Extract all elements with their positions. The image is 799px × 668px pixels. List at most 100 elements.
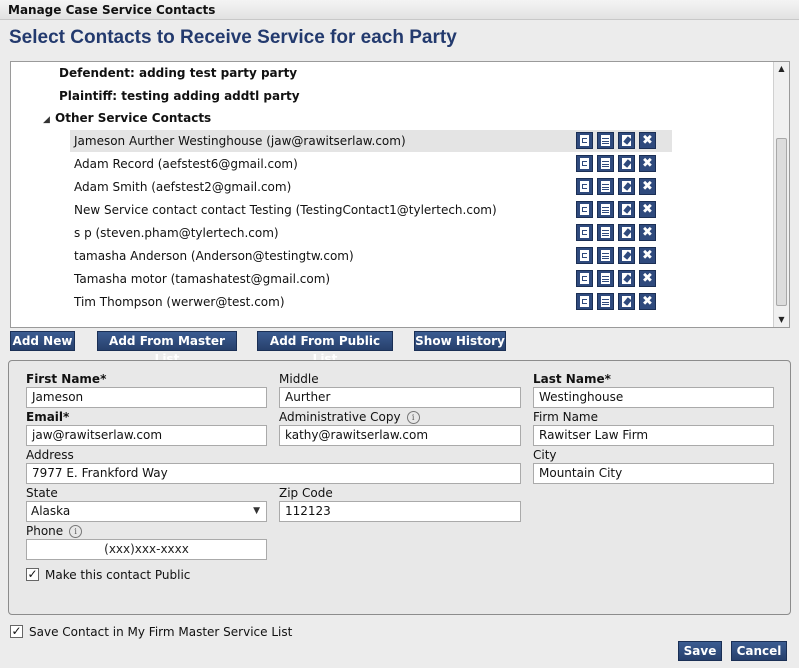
copy-icon[interactable] [576, 201, 593, 218]
group-other-service-contacts[interactable]: ◢ Other Service Contacts [43, 111, 211, 125]
firm-name-label: Firm Name [533, 410, 598, 424]
contact-name: s p (steven.pham@tylertech.com) [74, 226, 279, 240]
edit-icon[interactable] [618, 247, 635, 264]
state-label: State [26, 486, 58, 500]
state-selected-value: Alaska [31, 504, 71, 518]
contact-row[interactable]: Adam Smith (aefstest2@gmail.com) ✖ [70, 176, 672, 198]
delete-icon[interactable]: ✖ [639, 270, 656, 287]
contact-row[interactable]: Jameson Aurther Westinghouse (jaw@rawits… [70, 130, 672, 152]
delete-icon[interactable]: ✖ [639, 201, 656, 218]
contact-row[interactable]: Tim Thompson (werwer@test.com) ✖ [70, 291, 672, 313]
city-field[interactable]: Mountain City [533, 463, 774, 484]
contact-actions: ✖ [576, 178, 660, 196]
document-icon[interactable] [597, 247, 614, 264]
copy-icon[interactable] [576, 293, 593, 310]
save-button[interactable]: Save [678, 641, 722, 661]
list-scrollbar[interactable]: ▲ ▼ [773, 62, 789, 327]
document-icon[interactable] [597, 293, 614, 310]
address-field[interactable]: 7977 E. Frankford Way [26, 463, 521, 484]
zip-code-label: Zip Code [279, 486, 333, 500]
state-select[interactable]: Alaska ▼ [26, 501, 267, 522]
cancel-button[interactable]: Cancel [731, 641, 787, 661]
group-label: Other Service Contacts [55, 111, 212, 125]
delete-icon[interactable]: ✖ [639, 132, 656, 149]
contact-actions: ✖ [576, 224, 660, 242]
add-new-button[interactable]: Add New [10, 331, 75, 351]
city-label: City [533, 448, 557, 462]
document-icon[interactable] [597, 155, 614, 172]
expand-triangle-icon[interactable]: ◢ [43, 115, 55, 125]
copy-icon[interactable] [576, 132, 593, 149]
document-icon[interactable] [597, 224, 614, 241]
middle-name-field[interactable]: Aurther [279, 387, 521, 408]
add-from-public-list-button[interactable]: Add From Public List [257, 331, 393, 366]
phone-label-text: Phone [26, 524, 64, 538]
administrative-copy-text: Administrative Copy [279, 410, 401, 424]
contact-row[interactable]: tamasha Anderson (Anderson@testingtw.com… [70, 245, 672, 267]
contact-row[interactable]: New Service contact contact Testing (Tes… [70, 199, 672, 221]
scroll-up-arrow-icon[interactable]: ▲ [774, 62, 789, 76]
delete-icon[interactable]: ✖ [639, 178, 656, 195]
contact-row[interactable]: Adam Record (aefstest6@gmail.com) ✖ [70, 153, 672, 175]
administrative-copy-label: Administrative Copy i [279, 410, 420, 424]
contact-row[interactable]: s p (steven.pham@tylertech.com) ✖ [70, 222, 672, 244]
save-master-list-checkbox[interactable]: ✓ [10, 625, 23, 638]
last-name-field[interactable]: Westinghouse [533, 387, 774, 408]
scroll-thumb[interactable] [776, 138, 787, 306]
add-from-master-list-button[interactable]: Add From Master List [97, 331, 237, 366]
email-field[interactable]: jaw@rawitserlaw.com [26, 425, 267, 446]
address-label: Address [26, 448, 74, 462]
delete-icon[interactable]: ✖ [639, 247, 656, 264]
info-icon[interactable]: i [406, 411, 420, 424]
copy-icon[interactable] [576, 178, 593, 195]
edit-icon[interactable] [618, 155, 635, 172]
document-icon[interactable] [597, 201, 614, 218]
first-name-field[interactable]: Jameson [26, 387, 267, 408]
contact-actions: ✖ [576, 132, 660, 150]
phone-label: Phone i [26, 524, 83, 538]
administrative-copy-field[interactable]: kathy@rawitserlaw.com [279, 425, 521, 446]
info-icon[interactable]: i [69, 525, 83, 538]
copy-icon[interactable] [576, 155, 593, 172]
middle-name-label: Middle [279, 372, 319, 386]
copy-icon[interactable] [576, 247, 593, 264]
contact-actions: ✖ [576, 155, 660, 173]
window-title: Manage Case Service Contacts [0, 0, 799, 20]
firm-name-field[interactable]: Rawitser Law Firm [533, 425, 774, 446]
delete-icon[interactable]: ✖ [639, 293, 656, 310]
copy-icon[interactable] [576, 270, 593, 287]
document-icon[interactable] [597, 270, 614, 287]
email-label: Email* [26, 410, 70, 424]
contact-actions: ✖ [576, 293, 660, 311]
document-icon[interactable] [597, 132, 614, 149]
page-title: Select Contacts to Receive Service for e… [9, 27, 457, 48]
chevron-down-icon: ▼ [253, 506, 260, 516]
party-plaintiff[interactable]: Plaintiff: testing adding addtl party [59, 89, 300, 103]
edit-icon[interactable] [618, 293, 635, 310]
copy-icon[interactable] [576, 224, 593, 241]
edit-icon[interactable] [618, 270, 635, 287]
edit-icon[interactable] [618, 132, 635, 149]
contact-name: Jameson Aurther Westinghouse (jaw@rawits… [74, 134, 406, 148]
contact-name: Adam Record (aefstest6@gmail.com) [74, 157, 298, 171]
contact-actions: ✖ [576, 201, 660, 219]
contact-actions: ✖ [576, 247, 660, 265]
make-public-checkbox[interactable]: ✓ [26, 568, 39, 581]
contact-row[interactable]: Tamasha motor (tamashatest@gmail.com) ✖ [70, 268, 672, 290]
phone-field[interactable]: (xxx)xxx-xxxx [26, 539, 267, 560]
first-name-label: First Name* [26, 372, 107, 386]
contact-name: Tamasha motor (tamashatest@gmail.com) [74, 272, 331, 286]
delete-icon[interactable]: ✖ [639, 155, 656, 172]
contact-name: New Service contact contact Testing (Tes… [74, 203, 497, 217]
document-icon[interactable] [597, 178, 614, 195]
show-history-button[interactable]: Show History [414, 331, 506, 351]
party-defendant[interactable]: Defendent: adding test party party [59, 66, 297, 80]
edit-icon[interactable] [618, 178, 635, 195]
scroll-down-arrow-icon[interactable]: ▼ [774, 313, 789, 327]
edit-icon[interactable] [618, 201, 635, 218]
contact-name: Adam Smith (aefstest2@gmail.com) [74, 180, 292, 194]
edit-icon[interactable] [618, 224, 635, 241]
delete-icon[interactable]: ✖ [639, 224, 656, 241]
contact-name: Tim Thompson (werwer@test.com) [74, 295, 285, 309]
zip-code-field[interactable]: 112123 [279, 501, 521, 522]
